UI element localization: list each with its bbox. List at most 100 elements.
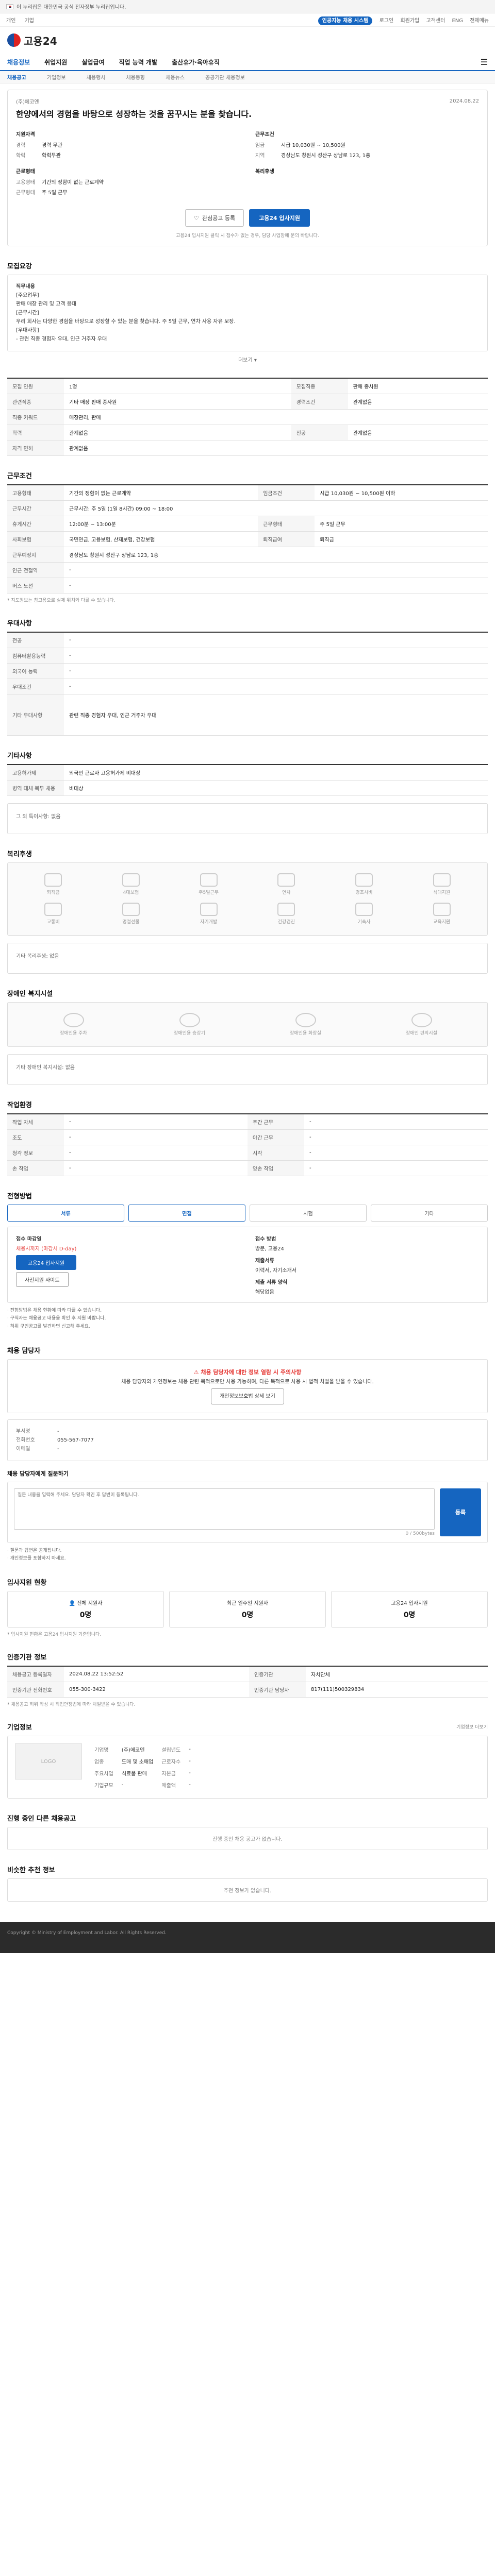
- subnav-item[interactable]: 채용행사: [87, 73, 106, 81]
- nav-support[interactable]: 취업지원: [44, 58, 67, 66]
- table-row: 외국어 능력 -: [7, 663, 488, 679]
- pre-apply-button[interactable]: 사전지원 사이트: [16, 1272, 69, 1287]
- nav-training[interactable]: 직업 능력 개발: [119, 58, 158, 66]
- td: -: [64, 648, 488, 664]
- job-title: 한양에서의 경험을 바탕으로 성장하는 것을 꿈꾸시는 분을 찾습니다.: [16, 109, 252, 119]
- tab-personal[interactable]: 개인: [6, 18, 15, 24]
- td: 외국인 근로자 고용허가제 비대상: [64, 765, 488, 781]
- question-submit-button[interactable]: 등록: [440, 1488, 481, 1536]
- th: 근무시간: [7, 500, 64, 516]
- table-row: 학력 관계없음 전공 관계없음: [7, 425, 488, 440]
- company-name[interactable]: (주)에코엔: [16, 97, 39, 105]
- welfare-item: 식대지원: [406, 873, 477, 895]
- kv-value: -: [189, 1758, 191, 1765]
- corp-more-link[interactable]: 기업정보 더보기: [456, 1723, 488, 1730]
- etc-section: 기타사항 고용허가제 외국인 근로자 고용허가제 비대상 병역 대체 복무 채용 비…: [7, 750, 488, 834]
- table-row: 손 작업 - 양손 작업 -: [7, 1160, 488, 1176]
- subnav-item[interactable]: 채용공고: [7, 73, 26, 81]
- th: 사회보험: [7, 531, 64, 547]
- kv-key: 전화번호: [16, 1437, 35, 1443]
- welfare-item: 경조사비: [329, 873, 400, 895]
- kv-value: -: [57, 1428, 59, 1434]
- signup-link[interactable]: 회원가입: [400, 18, 419, 24]
- allmenu-link[interactable]: 전체메뉴: [470, 18, 489, 24]
- th: 직종 키워드: [7, 409, 64, 425]
- step-item: 기타: [371, 1205, 488, 1222]
- th: 버스 노선: [7, 578, 64, 594]
- kv-value: -: [189, 1770, 191, 1776]
- apply-heading: 제출 서류 양식: [255, 1280, 288, 1285]
- support-link[interactable]: 고객센터: [426, 18, 445, 24]
- nav-benefit[interactable]: 실업급여: [81, 58, 104, 66]
- td: 매장관리, 판매: [64, 409, 488, 425]
- site-logo[interactable]: 고용24: [7, 33, 57, 48]
- apply-button[interactable]: 고용24 입사지원: [16, 1255, 77, 1270]
- kv-key: 부서명: [16, 1428, 30, 1434]
- td: -: [64, 1114, 248, 1130]
- th: 기타 우대사항: [7, 694, 64, 736]
- th: 모집직종: [291, 378, 348, 394]
- th: 모집 인원: [7, 378, 64, 394]
- kv-value: 식료품 판매: [121, 1771, 147, 1777]
- welfare-item: 주5일근무: [173, 873, 244, 895]
- td: 판매 종사원: [348, 378, 488, 394]
- deadline: 채용시까지 (마감시 D-day): [16, 1246, 77, 1252]
- login-link[interactable]: 로그인: [380, 18, 394, 24]
- eng-link[interactable]: ENG: [452, 18, 463, 24]
- td: 1명: [64, 378, 291, 394]
- th: 관련직종: [7, 394, 64, 410]
- th: 고용허가제: [7, 765, 64, 781]
- section-title: 장애인 복지시설: [7, 990, 53, 998]
- table-row: 우대조건 -: [7, 679, 488, 694]
- privacy-law-button[interactable]: 개인정보보호법 상세 보기: [211, 1388, 284, 1404]
- section-title: 우대사항: [7, 620, 32, 628]
- recommend-empty: 추천 정보가 없습니다.: [7, 1878, 488, 1902]
- tab-company[interactable]: 기업: [25, 18, 34, 24]
- ai-system-button[interactable]: 인공지능 채용 시스템: [318, 16, 373, 25]
- more-button[interactable]: 더보기 ▾: [7, 355, 488, 363]
- nav-leave[interactable]: 출산휴가·육아휴직: [172, 58, 220, 66]
- welfare-icon: [355, 903, 373, 916]
- kv-key: 업종: [94, 1759, 104, 1766]
- block-heading: 근로형태: [16, 169, 35, 175]
- subnav-item[interactable]: 기업정보: [47, 73, 66, 81]
- subnav-item[interactable]: 채용동향: [126, 73, 145, 81]
- th: 컴퓨터활용능력: [7, 648, 64, 664]
- apply-button[interactable]: 고용24 입사지원: [249, 209, 310, 227]
- question-textarea[interactable]: [14, 1488, 435, 1530]
- table-row: 전공 -: [7, 632, 488, 648]
- phone-number[interactable]: 055-567-7077: [57, 1436, 94, 1445]
- nav-jobs[interactable]: 채용정보: [7, 58, 30, 66]
- apply-info: 접수 마감일 채용시까지 (마감시 D-day) 고용24 입사지원 사전지원 …: [7, 1227, 488, 1303]
- menu-icon[interactable]: ☰: [481, 57, 488, 67]
- table-row: 병역 대체 복무 채용 비대상: [7, 780, 488, 796]
- kv-value: (주)에코엔: [121, 1748, 145, 1754]
- td: 비대상: [64, 780, 488, 796]
- restroom-icon: [295, 1013, 316, 1027]
- welfare-icon: [44, 873, 62, 887]
- step-item: 면접: [128, 1205, 245, 1222]
- apply-note: 고용24 입사지원 클릭 시 접수가 없는 경우, 담당 사업장에 문의 바랍니…: [176, 233, 319, 239]
- td: 경상남도 창원시 성산구 상남로 123, 1층: [64, 547, 488, 563]
- th: 주간 근무: [248, 1114, 304, 1130]
- subnav-item[interactable]: 공공기관 채용정보: [205, 73, 245, 81]
- stat-card: 최근 일주일 지원자 0명: [169, 1591, 326, 1628]
- kv-key: 근무형태: [16, 190, 35, 196]
- table-row: 채용공고 등록일자 2024.08.22 13:52:52 인증기관 자치단체: [7, 1666, 488, 1683]
- kv-key: 지역: [255, 153, 265, 159]
- table-row: 휴게시간 12:00분 ~ 13:00분 근무형태 주 5일 근무: [7, 516, 488, 532]
- warning-text: 채용 담당자의 개인정보는 채용 관련 목적으로만 사용 가능하며, 다른 목적…: [121, 1379, 374, 1385]
- disability-section: 장애인 복지시설 장애인용 주차 장애인용 승강기 장애인용 화장실 장애인 편…: [7, 988, 488, 1085]
- desc-line: [우대사항]: [16, 328, 39, 333]
- table-row: 자격 면허 관계없음: [7, 440, 488, 456]
- table-row: 고용허가제 외국인 근로자 고용허가제 비대상: [7, 765, 488, 781]
- table-row: 인증기관 전화번호 055-300-3422 인증기관 담당자 817(111)500…: [7, 1682, 488, 1698]
- kv-key: 임금: [255, 143, 265, 148]
- td: -: [304, 1145, 488, 1161]
- td: 퇴직금: [315, 531, 488, 547]
- favorite-button[interactable]: ♡ 관심공고 등록: [185, 209, 244, 227]
- disability-grid: 장애인용 주차 장애인용 승강기 장애인용 화장실 장애인 편의시설: [7, 1002, 488, 1047]
- kv-value: 기간의 정함이 없는 근로계약: [42, 180, 104, 185]
- section-title: 작업환경: [7, 1101, 32, 1109]
- subnav-item[interactable]: 채용뉴스: [166, 73, 185, 81]
